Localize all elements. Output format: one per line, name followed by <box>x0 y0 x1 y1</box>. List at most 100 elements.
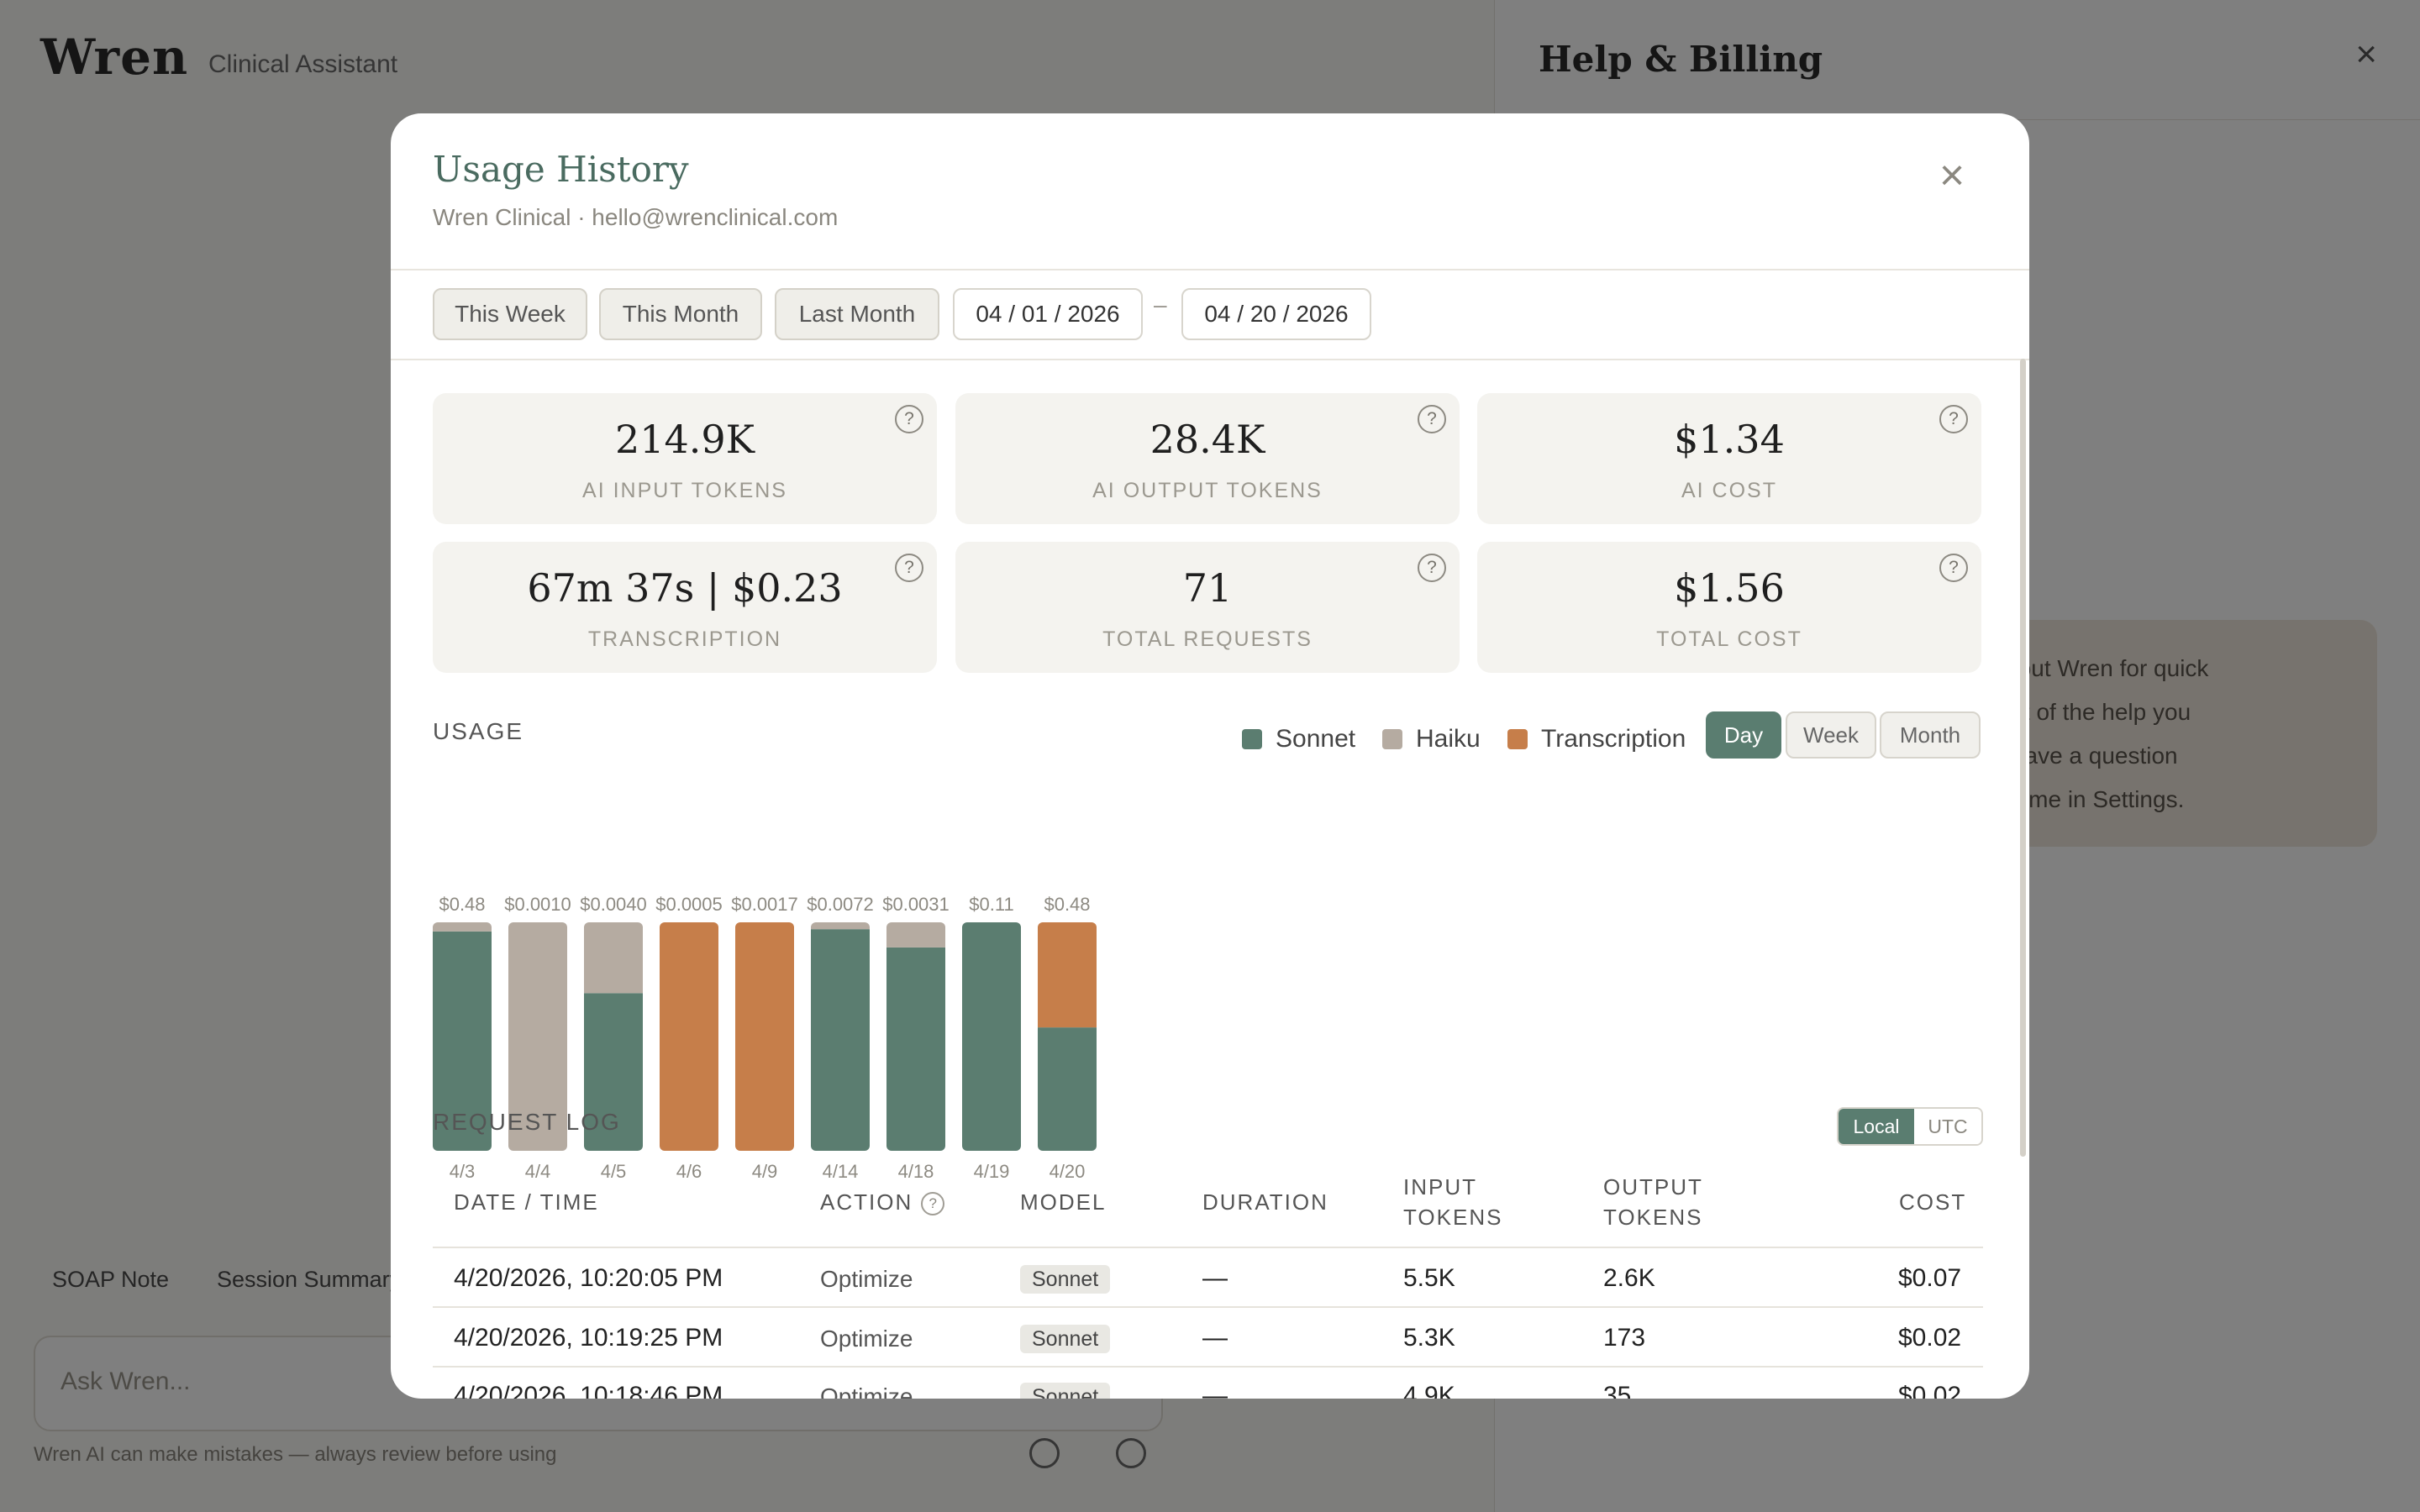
date-from-input[interactable]: 04 / 01 / 2026 <box>953 288 1143 340</box>
bar-segment-sonnet <box>811 929 870 1151</box>
day-button[interactable]: Day <box>1706 711 1781 759</box>
table-divider <box>433 1247 1983 1248</box>
cell-duration: — <box>1202 1264 1228 1292</box>
bar-4/9[interactable] <box>735 922 794 1151</box>
stat-value: 71 <box>1182 565 1233 611</box>
cell-cost: $0.02 <box>1898 1382 1962 1399</box>
help-icon[interactable]: ? <box>921 1192 945 1216</box>
cell-datetime: 4/20/2026, 10:19:25 PM <box>454 1324 723 1352</box>
x-tick-label: 4/4 <box>525 1161 551 1182</box>
month-button[interactable]: Month <box>1880 711 1981 759</box>
header-input-tokens: INPUT TOKENS <box>1403 1172 1502 1232</box>
bar-total-label: $0.11 <box>969 894 1013 915</box>
x-tick-label: 4/20 <box>1050 1161 1086 1182</box>
cell-input-tokens: 5.5K <box>1403 1264 1455 1292</box>
legend-haiku: Haiku <box>1382 725 1481 753</box>
model-badge: Sonnet <box>1020 1265 1111 1294</box>
date-to-input[interactable]: 04 / 20 / 2026 <box>1181 288 1371 340</box>
stat-card-ai-cost: ? $1.34 AI COST <box>1477 393 1981 524</box>
bar-total-label: $0.0031 <box>882 894 950 915</box>
x-tick-label: 4/19 <box>974 1161 1010 1182</box>
stat-value: $1.34 <box>1674 417 1785 462</box>
last-month-button[interactable]: Last Month <box>775 288 939 340</box>
cell-duration: — <box>1202 1324 1228 1352</box>
cell-cost: $0.02 <box>1898 1324 1962 1352</box>
this-week-button[interactable]: This Week <box>433 288 587 340</box>
bar-segment-haiku <box>886 922 945 948</box>
scrollbar[interactable] <box>2020 359 2026 1157</box>
request-log-title: REQUEST LOG <box>433 1109 621 1135</box>
stat-label: TRANSCRIPTION <box>587 627 782 651</box>
x-tick-label: 4/3 <box>450 1161 476 1182</box>
stat-card-total-requests: ? 71 TOTAL REQUESTS <box>955 542 1460 673</box>
utc-time-button[interactable]: UTC <box>1914 1109 1981 1144</box>
header-cost: COST <box>1899 1189 1967 1215</box>
legend-sonnet: Sonnet <box>1242 725 1355 753</box>
header-line: OUTPUT <box>1603 1174 1703 1200</box>
stat-label: AI COST <box>1681 479 1777 502</box>
x-tick-label: 4/5 <box>601 1161 627 1182</box>
cell-input-tokens: 4.9K <box>1403 1382 1455 1399</box>
bar-segment-haiku <box>811 922 870 930</box>
header-model: MODEL <box>1020 1189 1107 1215</box>
bar-4/18[interactable] <box>886 922 945 1151</box>
bar-segment-haiku <box>433 922 492 932</box>
bar-total-label: $0.0017 <box>731 894 798 915</box>
x-tick-label: 4/18 <box>898 1161 934 1182</box>
bar-segment-sonnet <box>886 947 945 1151</box>
stat-card-total-cost: ? $1.56 TOTAL COST <box>1477 542 1981 673</box>
model-badge: Sonnet <box>1020 1383 1111 1399</box>
this-month-button[interactable]: This Month <box>599 288 762 340</box>
stat-card-transcription: ? 67m 37s | $0.23 TRANSCRIPTION <box>433 542 937 673</box>
table-divider <box>433 1306 1983 1308</box>
legend-swatch <box>1242 729 1262 749</box>
legend-swatch <box>1382 729 1402 749</box>
legend-label: Haiku <box>1416 725 1481 753</box>
cell-output-tokens: 173 <box>1603 1324 1646 1352</box>
bar-segment-transcription <box>735 922 794 1151</box>
cell-action: Optimize <box>820 1326 913 1352</box>
x-tick-label: 4/14 <box>823 1161 859 1182</box>
header-line: TOKENS <box>1603 1205 1703 1230</box>
model-badge: Sonnet <box>1020 1325 1111 1353</box>
cell-input-tokens: 5.3K <box>1403 1324 1455 1352</box>
bar-total-label: $0.0040 <box>580 894 647 915</box>
bar-total-label: $0.0010 <box>504 894 571 915</box>
date-separator: – <box>1154 291 1167 318</box>
bar-segment-sonnet <box>962 922 1021 1151</box>
cell-output-tokens: 35 <box>1603 1382 1632 1399</box>
legend-swatch <box>1507 729 1528 749</box>
bar-segment-transcription <box>660 922 718 1151</box>
header-line: TOKENS <box>1403 1205 1503 1230</box>
bar-total-label: $0.48 <box>1044 894 1090 915</box>
stat-card-ai-input-tokens: ? 214.9K AI INPUT TOKENS <box>433 393 937 524</box>
cell-output-tokens: 2.6K <box>1603 1264 1655 1292</box>
cell-cost: $0.07 <box>1898 1264 1962 1292</box>
cell-duration: — <box>1202 1382 1228 1399</box>
usage-section-title: USAGE <box>433 718 524 744</box>
divider <box>391 269 2029 270</box>
bar-segment-haiku <box>584 922 643 994</box>
legend-label: Transcription <box>1541 725 1686 753</box>
cell-datetime: 4/20/2026, 10:18:46 PM <box>454 1382 723 1399</box>
cell-action: Optimize <box>820 1383 913 1399</box>
stat-label: TOTAL REQUESTS <box>1102 627 1313 651</box>
usage-history-modal: Usage History Wren Clinical · hello@wren… <box>391 113 2029 1399</box>
legend-label: Sonnet <box>1276 725 1356 753</box>
stat-value: 214.9K <box>614 417 755 462</box>
header-duration: DURATION <box>1202 1189 1328 1215</box>
cell-action: Optimize <box>820 1266 913 1292</box>
bar-4/6[interactable] <box>660 922 718 1151</box>
close-icon[interactable]: × <box>1927 150 1977 201</box>
bar-4/19[interactable] <box>962 922 1021 1151</box>
legend-transcription: Transcription <box>1507 725 1686 753</box>
bar-4/14[interactable] <box>811 922 870 1151</box>
header-action-label: ACTION <box>820 1189 913 1215</box>
header-line: INPUT <box>1403 1174 1477 1200</box>
local-time-button[interactable]: Local <box>1839 1109 1914 1144</box>
bar-total-label: $0.0072 <box>807 894 874 915</box>
week-button[interactable]: Week <box>1786 711 1876 759</box>
header-datetime: DATE / TIME <box>454 1189 599 1215</box>
account-subtitle: Wren Clinical · hello@wrenclinical.com <box>433 204 839 230</box>
bar-4/20[interactable] <box>1038 922 1097 1151</box>
